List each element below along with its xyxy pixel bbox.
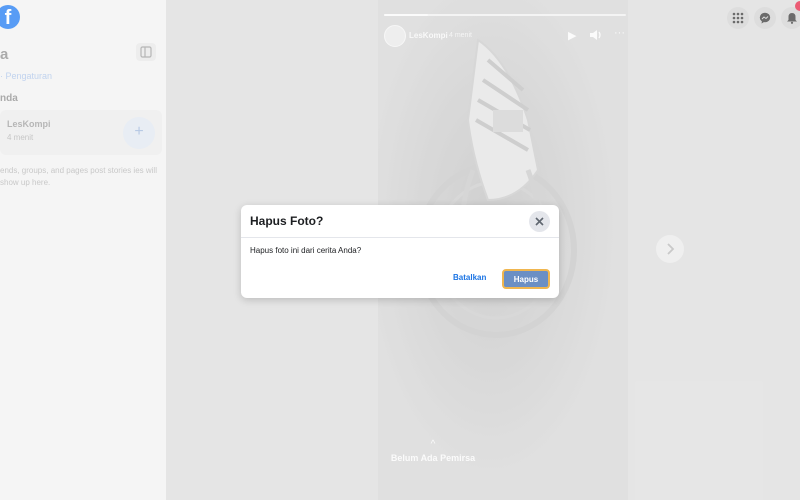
dialog-message: Hapus foto ini dari cerita Anda? [250, 246, 362, 255]
dialog-divider [241, 237, 559, 238]
delete-photo-dialog: Hapus Foto? Hapus foto ini dari cerita A… [241, 205, 559, 298]
cancel-button[interactable]: Batalkan [453, 273, 486, 282]
delete-button[interactable]: Hapus [502, 269, 550, 289]
dialog-title: Hapus Foto? [250, 214, 324, 228]
close-button[interactable] [529, 211, 550, 232]
close-icon [535, 217, 544, 226]
